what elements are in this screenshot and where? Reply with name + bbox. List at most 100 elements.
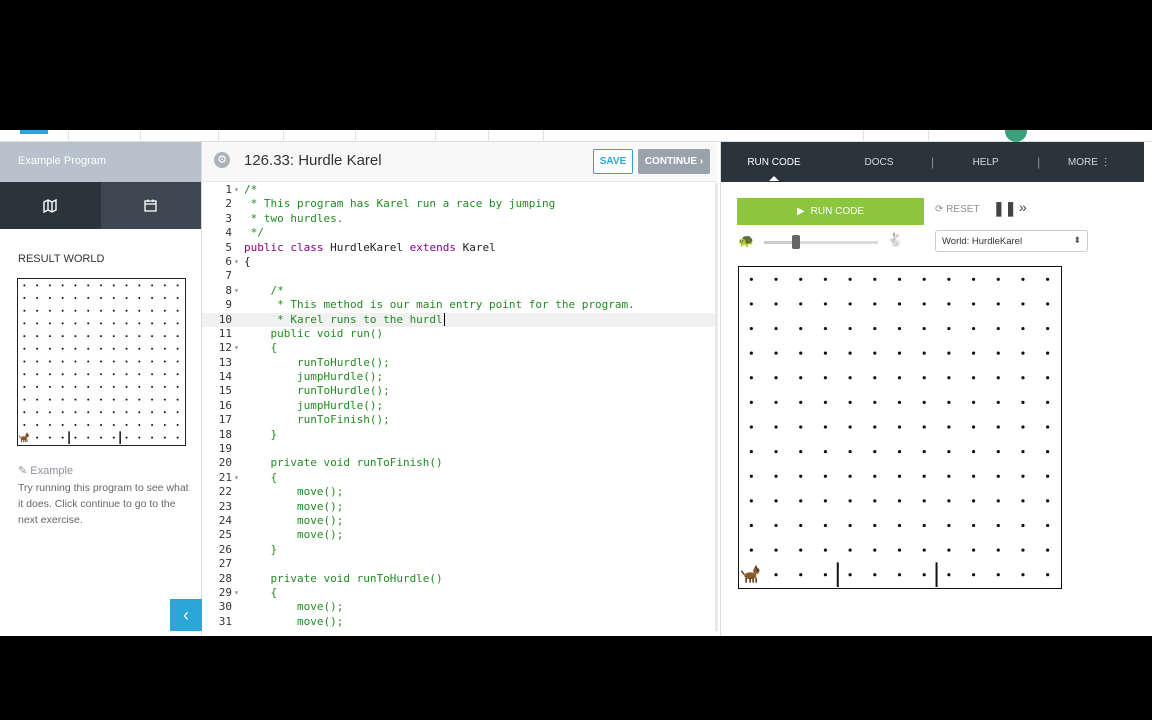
tab-docs[interactable]: DOCS	[827, 157, 931, 168]
code-line[interactable]: 4 */	[202, 226, 715, 240]
logo[interactable]	[20, 130, 48, 134]
tab-run-code[interactable]: RUN CODE	[721, 157, 827, 181]
grid-corner-dot	[74, 373, 77, 376]
tab-help[interactable]: HELP	[934, 157, 1037, 168]
grid-corner-dot	[749, 523, 753, 528]
code-line[interactable]: 27	[202, 557, 715, 571]
code-line[interactable]: 29 ▾ {	[202, 586, 715, 600]
code-editor-panel: ⚙ 126.33: Hurdle Karel SAVE CONTINUE › 1…	[202, 142, 718, 636]
reset-button[interactable]: ⟳ RESET	[935, 204, 980, 215]
chevron-left-icon: ‹	[183, 604, 189, 625]
code-text: move();	[244, 513, 344, 527]
code-line[interactable]: 6 ▾{	[202, 255, 715, 269]
code-line[interactable]: 19	[202, 442, 715, 456]
code-line[interactable]: 23 move();	[202, 500, 715, 514]
code-line[interactable]: 9 * This method is our main entry point …	[202, 298, 715, 312]
code-line[interactable]: 8 ▾ /*	[202, 284, 715, 298]
grid-corner-dot	[23, 322, 26, 325]
code-text: move();	[244, 614, 344, 628]
grid-corner-dot	[48, 347, 51, 350]
collapse-panel-button[interactable]: ‹	[170, 599, 202, 631]
grid-corner-dot	[971, 302, 976, 306]
speed-slider[interactable]	[764, 235, 878, 249]
code-line[interactable]: 18 }	[202, 428, 715, 442]
code-line[interactable]: 30 move();	[202, 600, 715, 614]
code-line[interactable]: 14 jumpHurdle();	[202, 370, 715, 384]
fold-toggle-icon[interactable]: ▾	[234, 183, 242, 197]
grid-corner-dot	[176, 423, 179, 426]
grid-corner-dot	[151, 398, 154, 401]
fold-toggle-icon[interactable]: ▾	[234, 471, 242, 485]
code-line[interactable]: 24 move();	[202, 514, 715, 528]
code-area[interactable]: 1 ▾/* 2 * This program has Karel run a rac…	[202, 183, 715, 631]
continue-button[interactable]: CONTINUE ›	[638, 149, 710, 174]
code-line[interactable]: 32 move();	[202, 629, 715, 631]
grid-corner-dot	[799, 474, 803, 478]
fold-toggle-icon[interactable]: ▾	[234, 255, 242, 269]
grid-corner-dot	[1046, 450, 1050, 454]
code-line[interactable]: 1 ▾/*	[202, 183, 715, 197]
pause-icon[interactable]: ❚❚	[993, 200, 1016, 217]
fold-toggle-icon[interactable]: ▾	[234, 341, 242, 355]
fold-toggle-icon[interactable]: ▾	[234, 284, 242, 298]
grid-corner-dot	[23, 398, 26, 401]
code-text: runToHurdle();	[244, 384, 390, 398]
tab-calendar[interactable]	[101, 182, 202, 229]
code-line[interactable]: 3 * two hurdles.	[202, 212, 715, 226]
code-line[interactable]: 5 public class HurdleKarel extends Karel	[202, 241, 715, 255]
code-text: runToFinish();	[244, 413, 390, 427]
code-line[interactable]: 28 private void runToHurdle()	[202, 572, 715, 586]
code-line[interactable]: 16 jumpHurdle();	[202, 399, 715, 413]
code-line[interactable]: 17 runToFinish();	[202, 413, 715, 427]
gear-icon[interactable]: ⚙	[214, 152, 230, 168]
grid-corner-dot	[848, 351, 852, 355]
avatar[interactable]	[1005, 130, 1027, 142]
tab-more[interactable]: MORE ⋮	[1040, 157, 1138, 168]
line-number: 1	[225, 183, 232, 196]
code-line[interactable]: 20 private void runToFinish()	[202, 456, 715, 470]
code-line[interactable]: 22 move();	[202, 485, 715, 499]
grid-corner-dot	[163, 322, 166, 325]
grid-corner-dot	[1021, 326, 1025, 331]
grid-corner-dot	[823, 400, 828, 404]
world-select[interactable]: World: HurdleKarel ⬍	[935, 230, 1088, 252]
code-line[interactable]: 13 runToHurdle();	[202, 356, 715, 370]
grid-corner-dot	[823, 499, 828, 503]
code-line[interactable]: 10 * Karel runs to the hurdl	[202, 312, 715, 327]
code-line[interactable]: 7	[202, 269, 715, 283]
code-line[interactable]: 25 move();	[202, 528, 715, 542]
grid-corner-dot	[163, 297, 166, 300]
grid-corner-dot	[112, 373, 115, 376]
tab-map[interactable]	[0, 182, 101, 229]
grid-corner-dot	[1021, 302, 1025, 306]
grid-corner-dot	[23, 385, 26, 388]
grid-corner-dot	[897, 302, 902, 306]
grid-corner-dot	[112, 436, 115, 439]
grid-corner-dot	[151, 284, 154, 287]
code-line[interactable]: 11 public void run()	[202, 327, 715, 341]
editor-scrollbar[interactable]	[715, 183, 718, 631]
fold-toggle-icon[interactable]: ▾	[234, 586, 242, 600]
grid-corner-dot	[100, 309, 102, 312]
grid-corner-dot	[163, 398, 166, 401]
grid-corner-dot	[176, 347, 179, 350]
grid-corner-dot	[774, 425, 778, 429]
grid-corner-dot	[87, 309, 90, 312]
speed-handle[interactable]	[791, 235, 800, 249]
save-button[interactable]: SAVE	[593, 149, 633, 174]
code-line[interactable]: 15 runToHurdle();	[202, 384, 715, 398]
code-text: {	[244, 254, 251, 268]
grid-corner-dot	[36, 423, 39, 426]
play-icon: ▶	[796, 206, 805, 217]
line-number: 19	[218, 442, 232, 456]
code-line[interactable]: 2 * This program has Karel run a race by…	[202, 197, 715, 211]
code-line[interactable]: 31 move();	[202, 615, 715, 629]
code-line[interactable]: 26 }	[202, 543, 715, 557]
code-line[interactable]: 12 ▾ {	[202, 341, 715, 355]
run-code-button[interactable]: ▶ RUN CODE	[737, 198, 924, 225]
step-forward-icon[interactable]: »	[1019, 199, 1027, 215]
grid-corner-dot	[87, 322, 90, 325]
code-line[interactable]: 21 ▾ {	[202, 471, 715, 485]
grid-corner-dot	[151, 423, 154, 426]
grid-corner-dot	[774, 326, 778, 331]
